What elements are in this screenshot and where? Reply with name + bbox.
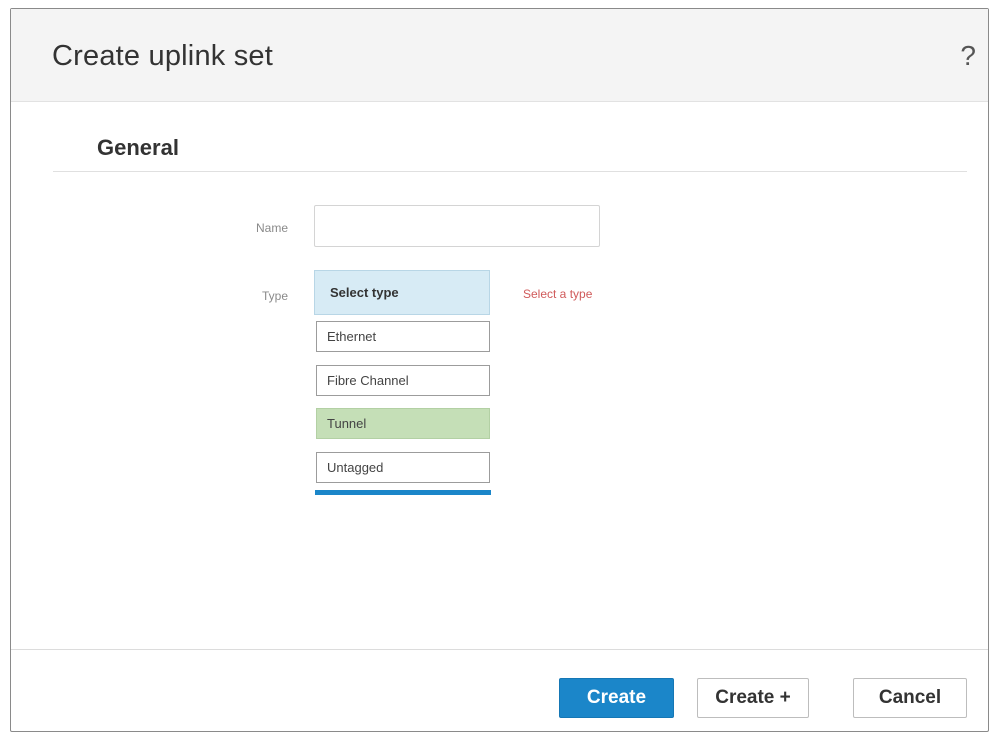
type-option-untagged[interactable]: Untagged xyxy=(316,452,490,483)
dropdown-bottom-bar xyxy=(315,490,491,495)
footer-divider xyxy=(11,649,988,650)
type-option-ethernet[interactable]: Ethernet xyxy=(316,321,490,352)
type-option-fibre-channel[interactable]: Fibre Channel xyxy=(316,365,490,396)
name-input[interactable] xyxy=(314,205,600,247)
dialog-title: Create uplink set xyxy=(52,40,274,72)
section-title-general: General xyxy=(97,135,179,160)
create-uplink-set-dialog: Create uplink set ? General Name Type Se… xyxy=(10,8,989,732)
create-plus-button[interactable]: Create + xyxy=(697,678,809,718)
help-icon[interactable]: ? xyxy=(960,40,976,72)
create-button[interactable]: Create xyxy=(559,678,674,718)
type-label: Type xyxy=(261,289,288,303)
name-label: Name xyxy=(255,221,288,235)
dialog-header: Create uplink set ? xyxy=(11,9,988,102)
type-option-tunnel[interactable]: Tunnel xyxy=(316,408,490,439)
type-select[interactable]: Select type xyxy=(314,270,490,315)
section-divider xyxy=(53,171,967,172)
type-validation-message: Select a type xyxy=(523,287,593,301)
cancel-button[interactable]: Cancel xyxy=(853,678,967,718)
